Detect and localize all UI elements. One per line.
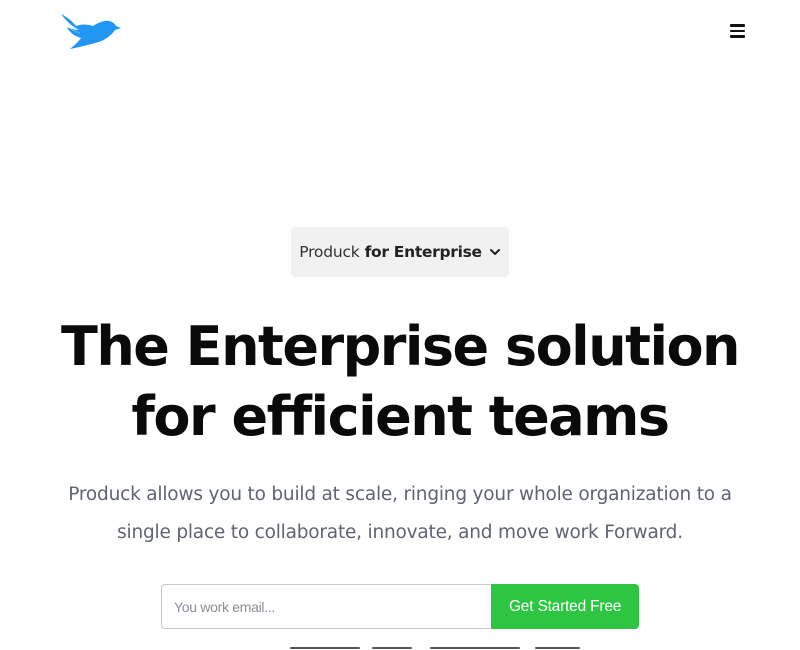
product-selector-prefix: Produck (299, 243, 360, 261)
chevron-down-icon (489, 249, 500, 255)
hero-title-line-1: The Enterprise solution (60, 315, 741, 378)
bird-logo-icon[interactable] (60, 12, 122, 52)
signup-form: Get Started Free (161, 584, 639, 629)
site-header (0, 0, 800, 70)
hero-description-line-1: Produck allows you to build at scale, ri… (68, 484, 732, 505)
menu-bar-middle (729, 29, 745, 33)
footnote-text-cutoff (0, 645, 800, 650)
menu-bar-bottom (729, 35, 745, 38)
footnote-fragment (430, 647, 520, 649)
footnote-fragment (372, 647, 412, 649)
email-input[interactable] (161, 584, 492, 629)
hero-description: Produck allows you to build at scale, ri… (60, 476, 740, 552)
menu-bar-top (729, 24, 745, 27)
footnote-fragment (290, 647, 360, 649)
product-selector-dropdown[interactable]: Produck for Enterprise (291, 227, 509, 277)
get-started-button[interactable]: Get Started Free (491, 584, 639, 629)
hero-description-line-2: single place to collaborate, innovate, a… (117, 522, 683, 543)
hamburger-menu-icon[interactable] (724, 20, 750, 42)
hero-title-line-2: for efficient teams (131, 385, 670, 448)
product-selector-edition: for Enterprise (364, 243, 483, 261)
footnote-fragment (535, 647, 580, 649)
hero-title: The Enterprise solution for efficient te… (0, 312, 800, 452)
